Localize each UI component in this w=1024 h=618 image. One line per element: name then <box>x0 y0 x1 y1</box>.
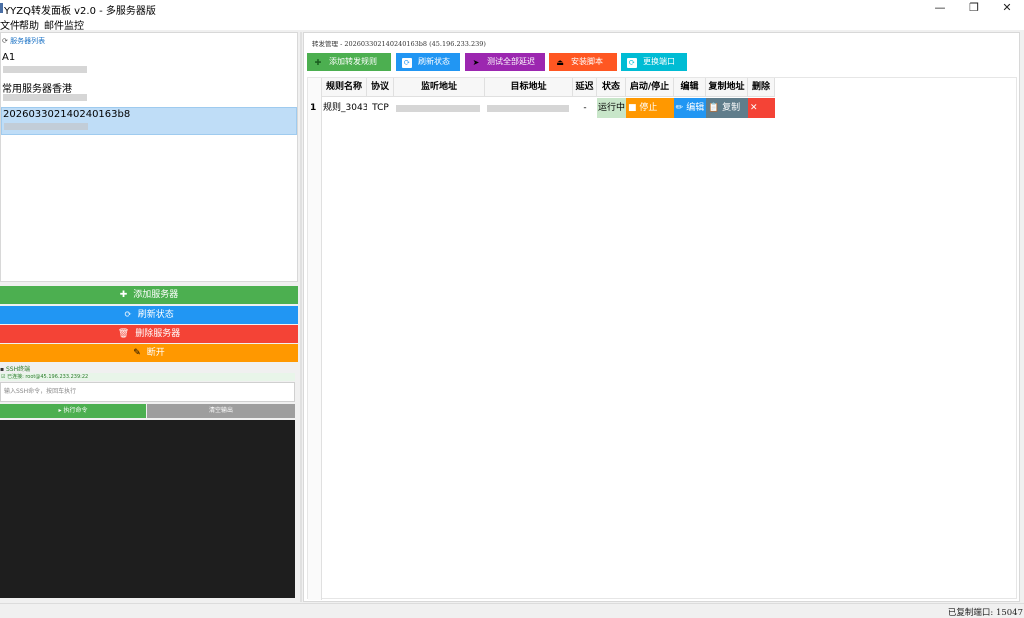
forward-management-panel: 转发管理 - 202603302140240163b8 (45.196.233.… <box>303 32 1020 602</box>
refresh-rules-button[interactable]: ⟳ 刷新状态 <box>396 53 460 71</box>
ssh-terminal-label: ▪ SSH终端 <box>0 364 30 373</box>
execute-command-button[interactable]: ▸ 执行命令 <box>0 404 146 418</box>
column-header-start-stop[interactable]: 启动/停止 <box>626 78 674 97</box>
column-header-status[interactable]: 状态 <box>597 78 626 97</box>
add-rule-button[interactable]: ✚ 添加转发规则 <box>307 53 391 71</box>
refresh-icon: ⟳ <box>2 37 11 45</box>
disconnect-label: 断开 <box>146 348 165 358</box>
cell-rule-name[interactable]: 规则_3043 <box>323 98 367 118</box>
close-button[interactable]: ✕ <box>990 0 1024 16</box>
edit-button[interactable]: ✏ 编辑 <box>674 98 706 118</box>
add-server-label: 添加服务器 <box>133 290 179 300</box>
window-title: YYZQ转发面板 v2.0 - 多服务器版 <box>4 6 156 17</box>
target-address-redacted <box>487 105 569 112</box>
rules-table: 规则名称 协议 监听地址 目标地址 延迟 状态 启动/停止 编辑 复制地址 删除… <box>307 77 1017 600</box>
column-header-copy-address[interactable]: 复制地址 <box>706 78 748 97</box>
server-list: ⟳ 服务器列表 A1 常用服务器香港 202603302140240163b8 <box>0 32 298 282</box>
maximize-button[interactable]: ❐ <box>957 0 991 16</box>
column-header-listen-address[interactable]: 监听地址 <box>394 78 485 97</box>
column-header-protocol[interactable]: 协议 <box>367 78 394 97</box>
refresh-icon: ⟳ <box>402 58 412 68</box>
refresh-icon: ⟳ <box>627 58 637 68</box>
cursor-icon: ➤ <box>472 58 480 67</box>
minimize-button[interactable]: — <box>923 0 957 16</box>
server-list-title: 服务器列表 <box>10 37 46 45</box>
server-name: A1 <box>2 52 16 63</box>
column-header-latency[interactable]: 延迟 <box>573 78 597 97</box>
terminal-output[interactable] <box>0 420 295 598</box>
status-bar: 已复制端口: 15047 <box>0 603 1024 618</box>
menu-mail-monitor[interactable]: 邮件监控 <box>44 17 84 32</box>
cell-status: 运行中 <box>597 98 626 118</box>
server-item-a1[interactable]: A1 <box>1 51 297 79</box>
pen-icon: ✎ <box>133 348 141 358</box>
delete-server-button[interactable]: 🗑 删除服务器 <box>0 325 298 343</box>
menu-file[interactable]: 文件 <box>0 17 20 32</box>
menu-help[interactable]: 帮助 <box>19 17 39 32</box>
cell-target-address[interactable] <box>485 98 573 118</box>
plus-icon: ✚ <box>119 290 128 300</box>
ssh-label-text: SSH终端 <box>5 366 31 373</box>
status-text: 已复制端口: 15047 <box>947 608 1023 618</box>
trash-icon: 🗑 <box>117 329 130 339</box>
refresh-icon: ⟳ <box>124 310 132 320</box>
row-number: 1 <box>310 103 317 113</box>
column-header-rule-name[interactable]: 规则名称 <box>322 78 367 97</box>
ssh-command-input[interactable]: 输入SSH命令，按回车执行 <box>0 382 295 402</box>
title-bar: YYZQ转发面板 v2.0 - 多服务器版 — ❐ ✕ <box>0 0 1024 17</box>
clear-output-button[interactable]: 清空输出 <box>147 404 295 418</box>
add-rule-label: 添加转发规则 <box>329 57 377 66</box>
row-number-column <box>308 78 322 600</box>
add-server-button[interactable]: ✚ 添加服务器 <box>0 286 298 304</box>
server-item-selected[interactable]: 202603302140240163b8 <box>1 107 297 135</box>
install-script-button[interactable]: ⏏ 安装脚本 <box>549 53 617 71</box>
listen-address-redacted <box>396 105 480 112</box>
delete-rule-button[interactable]: ✕ <box>748 98 775 118</box>
stop-button[interactable]: ■ 停止 <box>626 98 674 118</box>
panel-splitter[interactable] <box>300 32 302 602</box>
install-icon: ⏏ <box>556 58 564 67</box>
refresh-rules-label: 刷新状态 <box>418 57 450 66</box>
column-header-delete[interactable]: 删除 <box>748 78 775 97</box>
change-port-label: 更换端口 <box>643 57 675 66</box>
install-script-label: 安装脚本 <box>571 57 603 66</box>
ssh-status-bar: ☑ 已连接: root@45.196.233.239:22 <box>0 373 295 381</box>
disconnect-button[interactable]: ✎ 断开 <box>0 344 298 362</box>
change-port-button[interactable]: ⟳ 更换端口 <box>621 53 687 71</box>
server-name: 常用服务器香港 <box>2 84 72 95</box>
cell-protocol[interactable]: TCP <box>367 98 394 118</box>
column-header-edit[interactable]: 编辑 <box>674 78 706 97</box>
server-list-header: ⟳ 服务器列表 <box>2 36 45 46</box>
server-address-redacted <box>4 123 88 130</box>
server-item-hk[interactable]: 常用服务器香港 <box>1 79 297 107</box>
refresh-status-label: 刷新状态 <box>137 310 174 320</box>
test-latency-label: 测试全部延迟 <box>487 57 535 66</box>
column-header-target-address[interactable]: 目标地址 <box>485 78 573 97</box>
menu-bar: 文件 帮助 邮件监控 <box>0 16 1024 32</box>
server-name: 202603302140240163b8 <box>3 109 131 120</box>
server-address-redacted <box>3 66 87 73</box>
server-address-redacted <box>3 94 87 101</box>
cell-latency[interactable]: - <box>573 98 597 118</box>
plus-icon: ✚ <box>314 58 322 67</box>
ssh-status-text: 已连接: root@45.196.233.239:22 <box>7 374 89 380</box>
copy-button[interactable]: 📋 复制 <box>706 98 748 118</box>
app-icon <box>0 3 3 13</box>
panel-header: 转发管理 - 202603302140240163b8 (45.196.233.… <box>312 40 486 48</box>
cell-listen-address[interactable] <box>394 98 485 118</box>
refresh-status-button[interactable]: ⟳ 刷新状态 <box>0 306 298 324</box>
delete-server-label: 删除服务器 <box>135 329 181 339</box>
left-panel: ⟳ 服务器列表 A1 常用服务器香港 202603302140240163b8 … <box>0 32 298 602</box>
test-latency-button[interactable]: ➤ 测试全部延迟 <box>465 53 545 71</box>
